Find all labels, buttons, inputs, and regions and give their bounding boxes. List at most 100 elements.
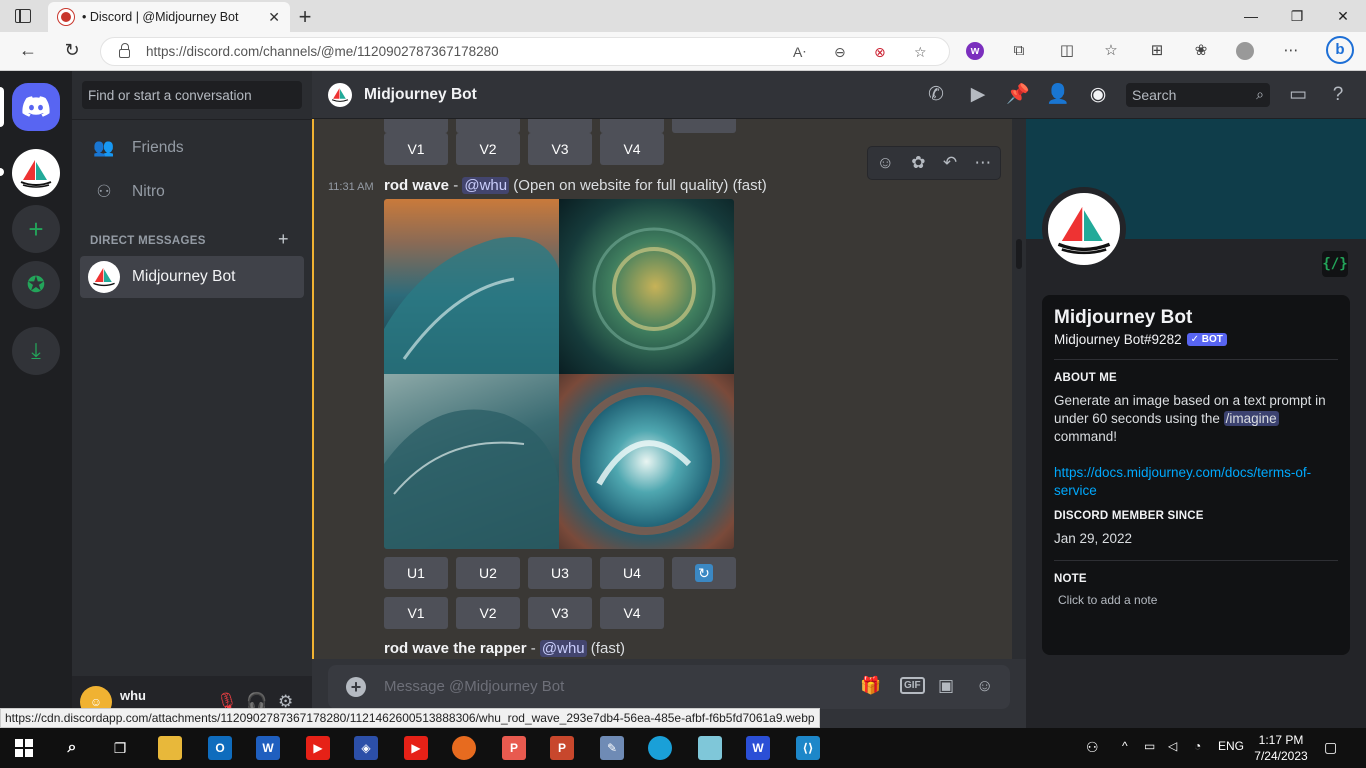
message-scrollbar[interactable] [1012, 119, 1026, 659]
app-icon[interactable]: ◈ [354, 736, 378, 760]
firefox-icon[interactable] [452, 736, 476, 760]
variation-button[interactable] [384, 119, 448, 133]
minimize-button[interactable]: — [1228, 0, 1274, 32]
more-icon[interactable]: ⋯ [974, 153, 991, 173]
v3-button[interactable]: V3 [528, 597, 592, 629]
network-icon[interactable]: ◔ [1194, 739, 1201, 753]
terms-link[interactable]: https://docs.midjourney.com/docs/terms-o… [1054, 464, 1338, 500]
file-explorer-icon[interactable] [158, 736, 182, 760]
restore-button[interactable]: ❐ [1274, 0, 1320, 32]
help-icon[interactable]: ? [1326, 83, 1350, 107]
people-icon[interactable]: ⚇ [1086, 739, 1099, 756]
notepad-icon[interactable] [698, 736, 722, 760]
browser-tab-discord[interactable]: • Discord | @Midjourney Bot ✕ [48, 2, 290, 32]
paint-icon[interactable]: ✎ [600, 736, 624, 760]
zoom-icon[interactable]: ⊖ [834, 44, 846, 61]
tray-chevron-icon[interactable]: ^ [1122, 739, 1128, 753]
youtube-icon[interactable]: ▶ [306, 736, 330, 760]
add-friends-icon[interactable]: 👤 [1046, 83, 1070, 107]
image-tile-2[interactable] [559, 199, 734, 374]
user-mention[interactable]: @whu [462, 177, 510, 194]
youtube-icon[interactable]: ▶ [404, 736, 428, 760]
dm-item-midjourney-bot[interactable]: Midjourney Bot [80, 256, 304, 298]
sticker-icon[interactable]: ▣ [938, 676, 954, 696]
image-tile-1[interactable] [384, 199, 559, 374]
collections-icon[interactable]: ⊞ [1148, 42, 1166, 60]
pinned-messages-icon[interactable]: 📌 [1006, 83, 1030, 107]
reply-icon[interactable]: ↶ [943, 153, 957, 173]
v2-button[interactable]: V2 [456, 597, 520, 629]
start-button[interactable] [12, 736, 36, 760]
video-call-icon[interactable]: ▶ [966, 83, 990, 107]
variation-button[interactable] [600, 119, 664, 133]
emoji-icon[interactable]: ☺ [976, 676, 993, 696]
discord-home-icon[interactable] [12, 83, 60, 131]
dm-search-input[interactable]: Find or start a conversation [82, 81, 302, 109]
lock-icon[interactable] [119, 43, 130, 58]
imagine-command[interactable]: /imagine [1223, 411, 1279, 426]
download-apps-icon[interactable]: ⤓ [12, 327, 60, 375]
nitro-item[interactable]: ⚇ Nitro [80, 171, 304, 213]
add-reaction-icon[interactable]: ☺ [877, 153, 894, 173]
w-app-icon[interactable]: W [746, 736, 770, 760]
v1-button[interactable]: V1 [384, 133, 448, 165]
v4-button[interactable]: V4 [600, 597, 664, 629]
gift-icon[interactable]: 🎁 [860, 676, 881, 696]
edge-icon[interactable] [648, 736, 672, 760]
tab-actions-icon[interactable] [15, 9, 31, 23]
search-icon[interactable]: ⌕ [60, 736, 84, 760]
profile-avatar-icon[interactable] [1236, 42, 1254, 60]
notifications-icon[interactable]: ▢ [1324, 739, 1337, 756]
language-indicator[interactable]: ENG [1218, 739, 1244, 753]
word-icon[interactable]: W [256, 736, 280, 760]
u3-button[interactable]: U3 [528, 557, 592, 589]
close-tab-icon[interactable]: ✕ [268, 9, 280, 26]
variation-button[interactable] [528, 119, 592, 133]
favorite-star-icon[interactable]: ☆ [914, 44, 927, 61]
variation-button[interactable] [456, 119, 520, 133]
v4-button[interactable]: V4 [600, 133, 664, 165]
header-search-input[interactable]: Search ⌕ [1126, 83, 1270, 107]
back-button[interactable]: ← [16, 40, 40, 61]
reroll-button[interactable]: ↻ [672, 557, 736, 589]
bing-icon[interactable]: b [1326, 36, 1354, 64]
vscode-icon[interactable]: ⟨⟩ [796, 736, 820, 760]
reroll-button[interactable] [672, 119, 736, 133]
v3-button[interactable]: V3 [528, 133, 592, 165]
image-tile-4[interactable] [559, 374, 734, 549]
user-mention[interactable]: @whu [539, 640, 587, 657]
upload-plus-icon[interactable]: + [346, 677, 366, 697]
image-grid[interactable] [384, 199, 734, 549]
clock[interactable]: 1:17 PM 7/24/2023 [1253, 732, 1309, 764]
task-view-icon[interactable]: ❐ [108, 736, 132, 760]
extensions-icon[interactable]: ⧉ [1010, 42, 1028, 60]
u1-button[interactable]: U1 [384, 557, 448, 589]
patreon-icon[interactable]: P [502, 736, 526, 760]
outlook-icon[interactable]: O [208, 736, 232, 760]
app-reaction-icon[interactable]: ✿ [911, 153, 925, 173]
v2-button[interactable]: V2 [456, 133, 520, 165]
v1-button[interactable]: V1 [384, 597, 448, 629]
performance-icon[interactable]: ❀ [1192, 42, 1210, 60]
refresh-button[interactable]: ↻ [60, 40, 84, 61]
message-input[interactable]: Message @Midjourney Bot [384, 678, 564, 695]
explore-servers-icon[interactable]: ✪ [12, 261, 60, 309]
battery-icon[interactable]: ▭ [1144, 739, 1155, 753]
u2-button[interactable]: U2 [456, 557, 520, 589]
note-input[interactable]: Click to add a note [1058, 593, 1338, 607]
address-bar[interactable]: https://discord.com/channels/@me/1120902… [100, 37, 950, 66]
close-window-button[interactable]: ✕ [1320, 0, 1366, 32]
favorites-icon[interactable]: ☆ [1102, 42, 1120, 60]
split-screen-icon[interactable]: ◫ [1058, 42, 1076, 60]
add-server-icon[interactable]: + [12, 205, 60, 253]
voice-call-icon[interactable]: ✆ [924, 83, 948, 107]
more-options-icon[interactable]: ⋯ [1282, 42, 1300, 60]
u4-button[interactable]: U4 [600, 557, 664, 589]
volume-icon[interactable]: ◁ [1168, 739, 1177, 753]
user-profile-icon[interactable]: ◉ [1086, 83, 1110, 107]
image-tile-3[interactable] [384, 374, 559, 549]
tracking-prevention-icon[interactable]: ⊗ [874, 44, 886, 61]
friends-item[interactable]: 👥 Friends [80, 127, 304, 169]
extension-w-icon[interactable]: w [966, 42, 984, 60]
read-aloud-icon[interactable]: Aᐧ [793, 44, 806, 61]
